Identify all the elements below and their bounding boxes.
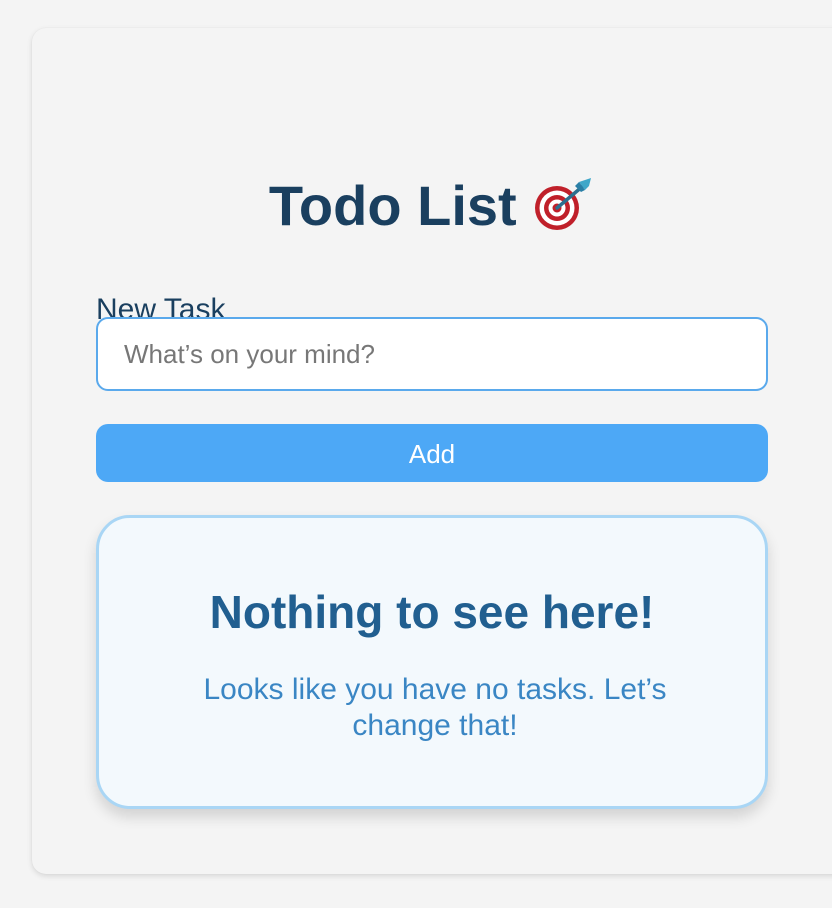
empty-state-message: Looks like you have no tasks. Let’s chan… [203, 673, 667, 742]
page-title: Todo List [268, 174, 517, 237]
target-dart-icon [533, 176, 595, 232]
empty-state-panel: Nothing to see here! Looks like you have… [96, 515, 768, 809]
add-button[interactable]: Add [96, 424, 768, 482]
new-task-input[interactable] [96, 317, 768, 391]
todo-card: Todo List New Task Add Nothing to see he… [32, 28, 832, 874]
empty-state-title: Nothing to see here! [209, 586, 655, 638]
title-row: Todo List [32, 174, 832, 238]
